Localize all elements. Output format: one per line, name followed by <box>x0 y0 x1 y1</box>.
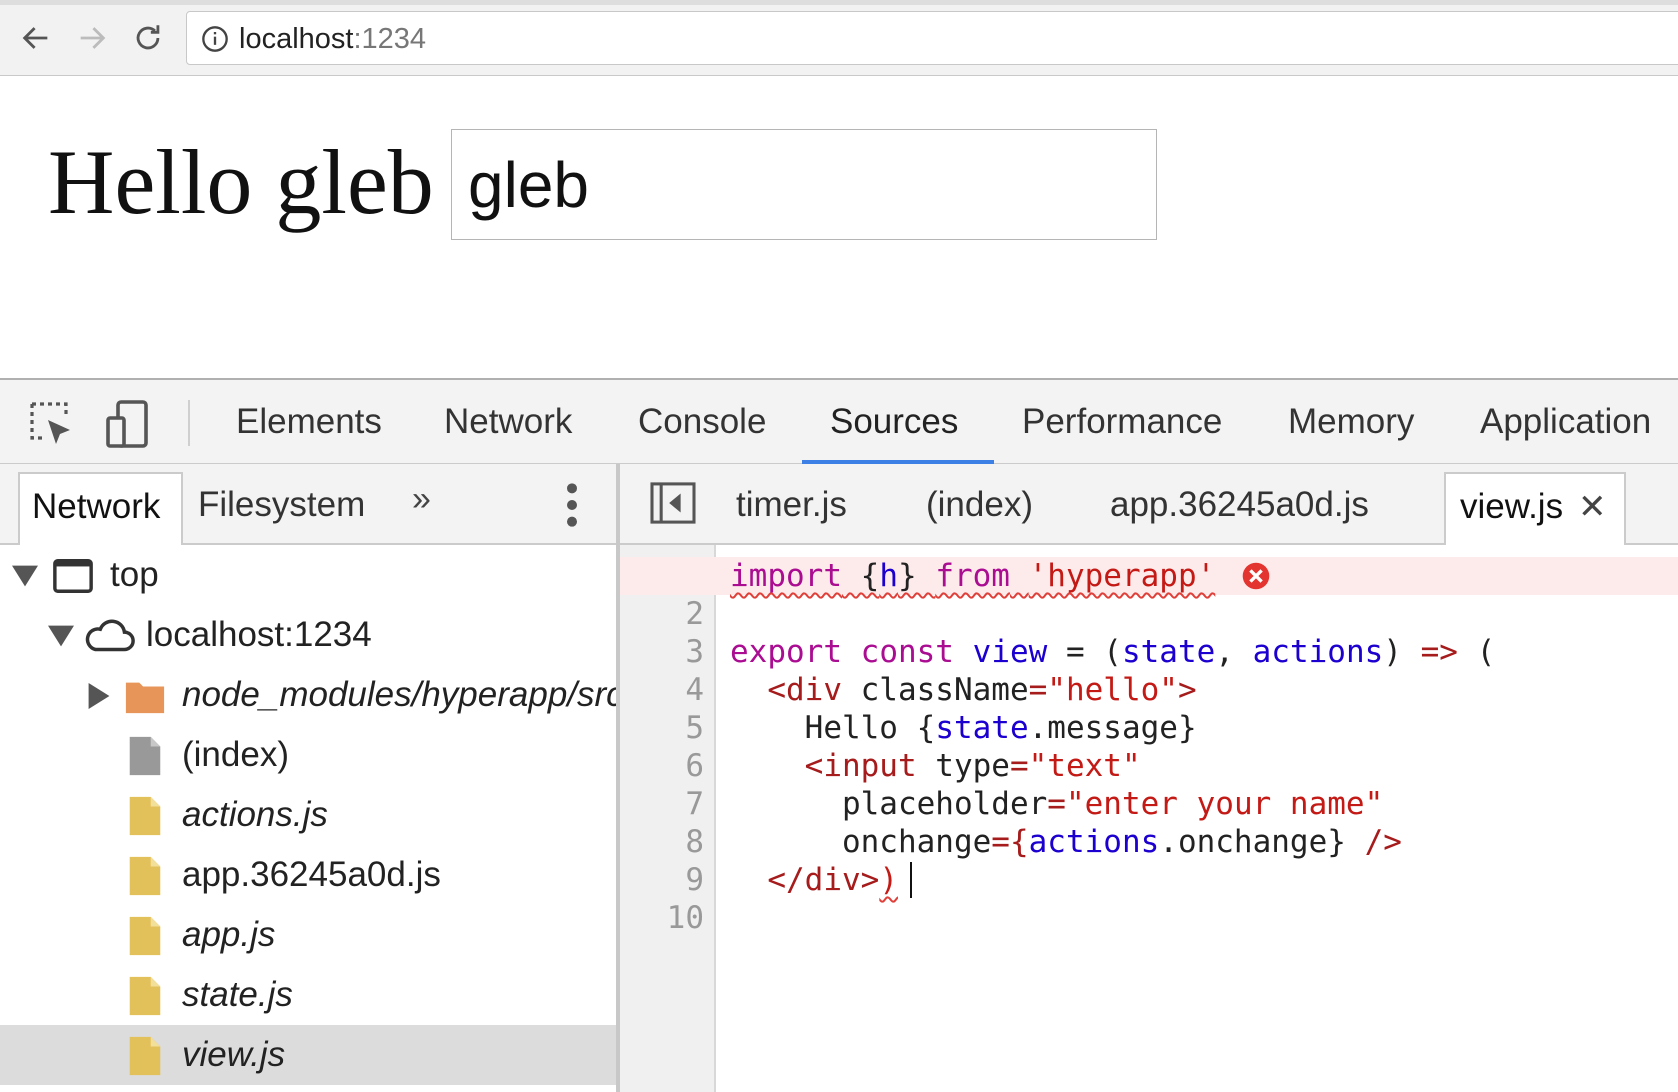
syntax-error-underline: import {h} from 'hyperapp' <box>730 558 1216 594</box>
error-icon[interactable] <box>1242 562 1270 590</box>
reload-button[interactable] <box>126 16 170 60</box>
tree-item-app-bundle-js[interactable]: app.36245a0d.js <box>0 845 616 905</box>
forward-button[interactable] <box>70 16 114 60</box>
more-tabs-icon[interactable]: » <box>412 480 431 519</box>
tree-item-label: state.js <box>182 975 293 1014</box>
tab-memory[interactable]: Memory <box>1288 400 1414 450</box>
tree-item-app-js[interactable]: app.js <box>0 905 616 965</box>
forward-icon <box>80 27 106 49</box>
page-viewport: Hello gleb <box>0 77 1678 378</box>
inspect-element-icon[interactable] <box>26 398 78 450</box>
tree-item-label: actions.js <box>182 795 328 834</box>
js-file-icon <box>129 916 161 956</box>
tree-item-actions-js[interactable]: actions.js <box>0 785 616 845</box>
tab-strip-edge <box>0 0 1678 5</box>
editor-tab-index[interactable]: (index) <box>926 472 1033 545</box>
tree-item-index[interactable]: (index) <box>0 725 616 785</box>
tree-item-label: top <box>110 555 159 594</box>
tab-application[interactable]: Application <box>1480 400 1651 450</box>
cloud-icon <box>85 619 135 652</box>
tab-network[interactable]: Network <box>444 400 572 450</box>
tree-item-label: localhost:1234 <box>146 615 372 654</box>
name-input[interactable] <box>451 129 1157 240</box>
editor-tab-timer-js[interactable]: timer.js <box>736 472 847 545</box>
reload-icon <box>136 25 160 50</box>
line-number[interactable]: 2 <box>624 595 704 633</box>
frame-icon <box>53 559 93 593</box>
greeting-text: Hello gleb <box>48 131 434 233</box>
tab-sources[interactable]: Sources <box>830 400 958 450</box>
url-text[interactable]: localhost:1234 <box>239 22 426 56</box>
navigator-tabs: Network Filesystem » <box>0 464 616 545</box>
js-file-icon <box>129 856 161 896</box>
editor-tab-label: view.js <box>1460 487 1564 526</box>
line-number[interactable]: 6 <box>624 747 704 785</box>
back-icon <box>22 27 48 49</box>
tab-elements[interactable]: Elements <box>236 400 382 450</box>
tab-performance[interactable]: Performance <box>1022 400 1222 450</box>
tree-item-label: app.js <box>182 915 276 954</box>
info-icon[interactable] <box>201 25 229 53</box>
url-port: :1234 <box>353 23 427 55</box>
line-number[interactable]: 7 <box>624 785 704 823</box>
code-line-7: placeholder="enter your name" <box>841 786 1384 822</box>
devtools-tabbar: Elements Network Console Sources Perform… <box>0 380 1678 464</box>
more-options-icon[interactable] <box>560 480 584 530</box>
js-file-icon <box>129 1036 161 1076</box>
tree-item-localhost[interactable]: localhost:1234 <box>0 605 616 665</box>
folder-icon <box>125 682 165 714</box>
back-button[interactable] <box>14 16 58 60</box>
tree-item-label: view.js <box>182 1035 286 1074</box>
tree-item-top[interactable]: top <box>0 545 616 605</box>
line-number[interactable]: 3 <box>624 633 704 671</box>
navigator-tab-network[interactable]: Network <box>18 472 183 545</box>
close-tab-icon[interactable]: ✕ <box>1578 474 1607 540</box>
code-line-3: export const view = (state, actions) => … <box>730 634 1496 670</box>
tree-item-view-js[interactable]: view.js <box>0 1025 616 1085</box>
browser-toolbar: localhost:1234 <box>0 0 1678 76</box>
expanded-arrow-icon[interactable] <box>48 623 74 649</box>
line-number[interactable]: 5 <box>624 709 704 747</box>
expanded-arrow-icon[interactable] <box>12 563 38 589</box>
editor-tabs: timer.js (index) app.36245a0d.js view.js… <box>620 464 1678 545</box>
line-number-gutter: 1 2 3 4 5 6 7 8 9 10 <box>620 545 716 1092</box>
collapsed-arrow-icon[interactable] <box>86 683 112 709</box>
devtools-panel: Elements Network Console Sources Perform… <box>0 378 1678 1092</box>
line-number[interactable]: 10 <box>624 899 704 937</box>
tree-item-node-modules[interactable]: node_modules/hyperapp/src <box>0 665 616 725</box>
line-number[interactable]: 8 <box>624 823 704 861</box>
tree-item-label: (index) <box>182 735 289 774</box>
toggle-navigator-icon[interactable] <box>650 482 696 524</box>
tab-console[interactable]: Console <box>638 400 766 450</box>
text-caret <box>910 862 912 898</box>
code-area[interactable]: import {h} from 'hyperapp' export const … <box>620 545 1678 1092</box>
line-number[interactable]: 9 <box>624 861 704 899</box>
toolbar-divider <box>188 400 190 446</box>
line-number[interactable]: 4 <box>624 671 704 709</box>
sources-navigator: Network Filesystem » top localhost:1234 <box>0 464 620 1092</box>
device-toolbar-icon[interactable] <box>102 398 154 450</box>
code-line-1: import {h} from 'hyperapp' <box>730 557 1215 595</box>
code-line-4: <div className="hello"> <box>767 672 1197 708</box>
tree-item-label: node_modules/hyperapp/src <box>182 675 620 714</box>
code-line-5: Hello {state.message} <box>804 710 1197 746</box>
js-file-icon <box>129 796 161 836</box>
code-line-8: onchange={actions.onchange} /> <box>841 824 1402 860</box>
editor-tab-view-js[interactable]: view.js ✕ <box>1444 472 1626 545</box>
js-file-icon <box>129 976 161 1016</box>
navigator-tab-filesystem[interactable]: Filesystem <box>198 472 365 545</box>
code-line-9: </div>) <box>767 862 898 898</box>
tree-item-label: app.36245a0d.js <box>182 855 441 894</box>
url-host: localhost <box>239 23 354 55</box>
source-editor: timer.js (index) app.36245a0d.js view.js… <box>620 464 1678 1092</box>
tree-item-state-js[interactable]: state.js <box>0 965 616 1025</box>
address-bar[interactable]: localhost:1234 <box>186 11 1678 65</box>
editor-tab-app-bundle-js[interactable]: app.36245a0d.js <box>1110 472 1369 545</box>
file-icon <box>129 736 161 776</box>
code-line-6: <input type="text" <box>804 748 1141 784</box>
